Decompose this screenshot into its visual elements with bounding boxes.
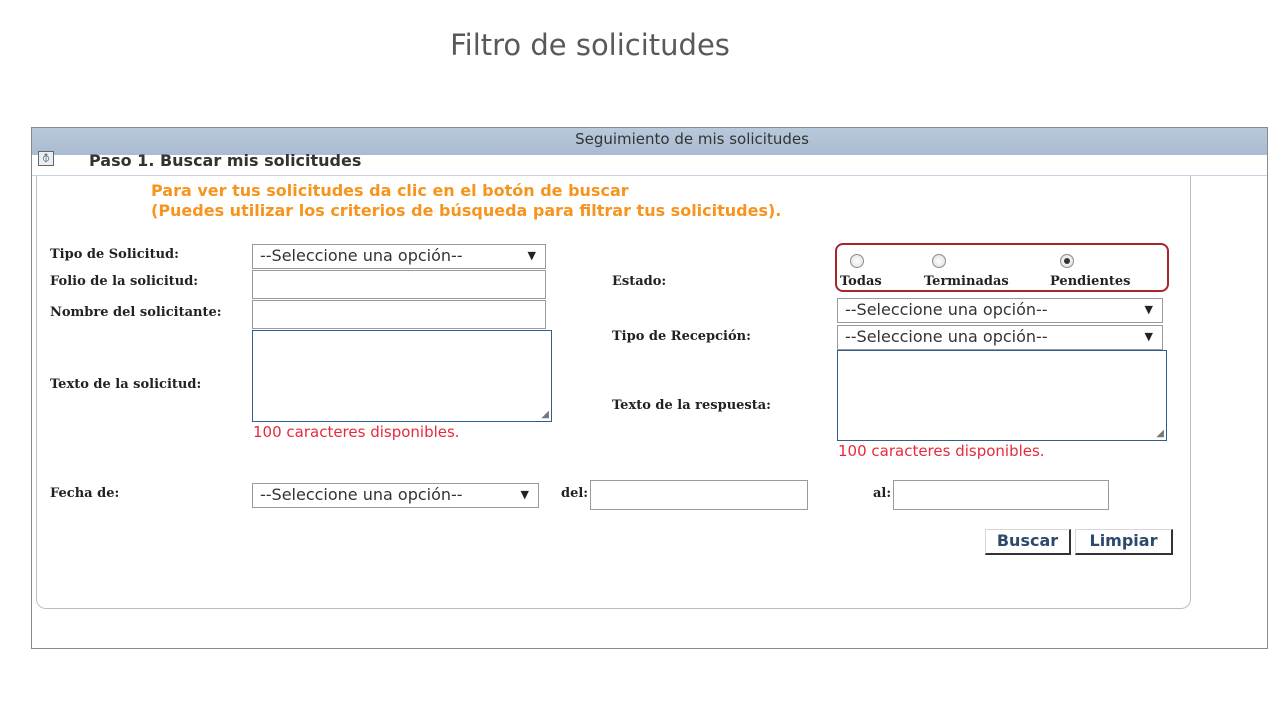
collapse-icon[interactable]: ⦽ (38, 151, 54, 166)
tipo-solicitud-label: Tipo de Solicitud: (50, 247, 179, 262)
fecha-del-input[interactable] (590, 480, 808, 510)
texto-solicitud-label: Texto de la solicitud: (50, 377, 202, 392)
fecha-al-label: al: (873, 486, 892, 501)
buscar-button[interactable]: Buscar (985, 529, 1071, 555)
folio-input[interactable] (252, 270, 546, 299)
estado-select-value: --Seleccione una opción-- (845, 300, 1048, 319)
instruction-line-2: (Puedes utilizar los criterios de búsque… (151, 201, 782, 220)
dropdown-arrow-icon: ▼ (527, 249, 536, 262)
dropdown-arrow-icon: ▼ (520, 488, 529, 501)
estado-select[interactable]: --Seleccione una opción-- ▼ (837, 298, 1163, 323)
fecha-al-input[interactable] (893, 480, 1109, 510)
dropdown-arrow-icon: ▼ (1144, 330, 1153, 343)
texto-respuesta-textarea[interactable]: ◢ (837, 350, 1167, 441)
step-title: Paso 1. Buscar mis solicitudes (89, 151, 362, 170)
radio-pendientes-label: Pendientes (1050, 274, 1131, 289)
fecha-de-label: Fecha de: (50, 486, 120, 501)
resize-grip-icon[interactable]: ◢ (541, 410, 549, 420)
radio-todas[interactable] (850, 254, 864, 268)
texto-solicitud-textarea[interactable]: ◢ (252, 330, 552, 422)
respuesta-char-counter: 100 caracteres disponibles. (838, 442, 1045, 460)
fecha-del-label: del: (561, 486, 589, 501)
tipo-solicitud-select-value: --Seleccione una opción-- (260, 246, 463, 265)
radio-terminadas-label: Terminadas (924, 274, 1009, 289)
panel-header-title: Seguimiento de mis solicitudes (575, 130, 809, 148)
solicitud-char-counter: 100 caracteres disponibles. (253, 423, 460, 441)
texto-respuesta-label: Texto de la respuesta: (612, 398, 771, 413)
dropdown-arrow-icon: ▼ (1144, 303, 1153, 316)
radio-terminadas[interactable] (932, 254, 946, 268)
fecha-de-select-value: --Seleccione una opción-- (260, 485, 463, 504)
tipo-recepcion-select-value: --Seleccione una opción-- (845, 327, 1048, 346)
radio-todas-label: Todas (840, 274, 882, 289)
nombre-input[interactable] (252, 300, 546, 329)
fecha-de-select[interactable]: --Seleccione una opción-- ▼ (252, 483, 539, 508)
instruction-line-1: Para ver tus solicitudes da clic en el b… (151, 181, 629, 200)
slide-title: Filtro de solicitudes (450, 28, 730, 62)
resize-grip-icon[interactable]: ◢ (1156, 429, 1164, 439)
radio-pendientes[interactable] (1060, 254, 1074, 268)
tipo-solicitud-select[interactable]: --Seleccione una opción-- ▼ (252, 244, 546, 269)
tipo-recepcion-select[interactable]: --Seleccione una opción-- ▼ (837, 325, 1163, 350)
limpiar-button[interactable]: Limpiar (1075, 529, 1173, 555)
nombre-label: Nombre del solicitante: (50, 305, 222, 320)
tipo-recepcion-label: Tipo de Recepción: (612, 329, 751, 344)
estado-label: Estado: (612, 274, 667, 289)
folio-label: Folio de la solicitud: (50, 274, 199, 289)
